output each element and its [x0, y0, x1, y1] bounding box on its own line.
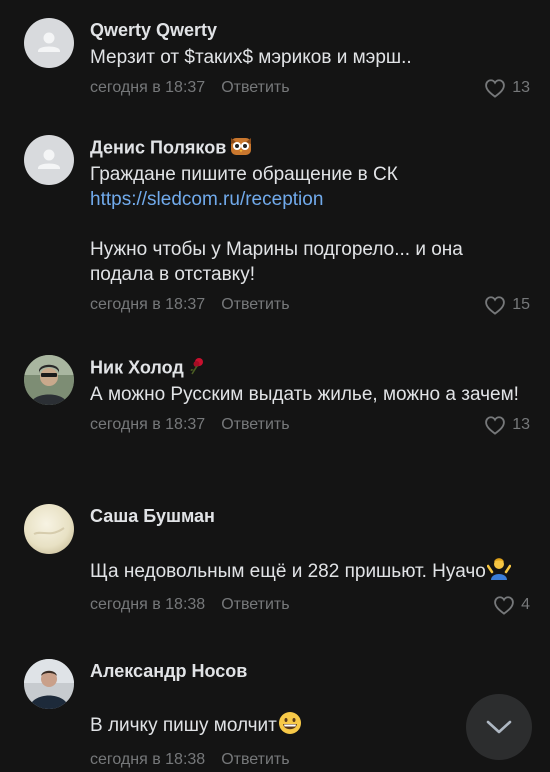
comment-text: А можно Русским выдать жилье, можно а за…: [90, 384, 519, 405]
comment-author[interactable]: Qwerty Qwerty: [90, 19, 530, 41]
like-button[interactable]: 13: [484, 76, 530, 100]
comment-timestamp: сегодня в 18:38: [90, 596, 206, 613]
user-photo: [24, 504, 74, 554]
comment-meta: сегодня в 18:37 Ответить 13: [90, 76, 530, 100]
scroll-down-button[interactable]: [466, 694, 532, 760]
comment-text: Граждане пишите обращение в СК https://sl…: [90, 162, 530, 287]
comment-meta: сегодня в 18:38 Ответить 4: [90, 593, 530, 617]
avatar[interactable]: [24, 135, 74, 185]
comment-meta: сегодня в 18:37 Ответить 13: [90, 413, 530, 437]
comment-text: В личку пишу молчит: [90, 686, 530, 742]
reply-button[interactable]: Ответить: [221, 296, 289, 313]
comment-text-line: Граждане пишите обращение в СК: [90, 164, 398, 185]
comment-text: Мерзит от $таких$ мэриков и мэрш..: [90, 47, 412, 68]
like-count: 13: [512, 79, 530, 96]
comment-timestamp: сегодня в 18:37: [90, 416, 206, 433]
comment-timestamp: сегодня в 18:37: [90, 296, 206, 313]
like-button[interactable]: 15: [484, 293, 530, 317]
comment-timestamp: сегодня в 18:38: [90, 751, 206, 768]
avatar[interactable]: [24, 355, 74, 405]
default-user-icon: [38, 149, 60, 169]
like-count: 4: [521, 596, 530, 613]
default-user-icon: [38, 32, 60, 52]
user-photo: [24, 355, 74, 405]
rose-emoji: [188, 356, 208, 381]
comment-text-line: Нужно чтобы у Марины подгорело... и она …: [90, 239, 463, 285]
heart-outline-icon: [485, 416, 506, 435]
heart-outline-icon: [494, 596, 514, 615]
owl-face-emoji: [230, 136, 252, 161]
like-button[interactable]: 13: [484, 413, 530, 437]
grinning-face-emoji: [278, 686, 302, 742]
user-photo: [24, 659, 74, 709]
comment-author[interactable]: Саша Бушман: [90, 505, 530, 527]
comment-timestamp: сегодня в 18:37: [90, 79, 206, 96]
heart-outline-icon: [485, 296, 506, 315]
author-name: Ник Холод: [90, 357, 184, 378]
reply-button[interactable]: Ответить: [221, 751, 289, 768]
comment-author[interactable]: Александр Носов: [90, 660, 530, 682]
reply-button[interactable]: Ответить: [221, 416, 289, 433]
comment-author[interactable]: Ник Холод: [90, 356, 530, 378]
avatar[interactable]: [24, 659, 74, 709]
comment-text-content: Ща недовольным ещё и 282 пришьют. Нуачо: [90, 561, 486, 582]
comment-text-content: В личку пишу молчит: [90, 715, 277, 736]
chevron-down-icon: [486, 720, 512, 734]
comment-meta: сегодня в 18:37 Ответить 15: [90, 293, 530, 317]
like-count: 15: [512, 296, 530, 313]
person-shrugging-emoji: [486, 531, 512, 587]
comment-author[interactable]: Денис Поляков: [90, 136, 530, 158]
avatar[interactable]: [24, 18, 74, 68]
comment-text: Ща недовольным ещё и 282 пришьют. Нуачо: [90, 531, 530, 587]
reply-button[interactable]: Ответить: [221, 79, 289, 96]
like-count: 13: [512, 416, 530, 433]
heart-outline-icon: [485, 79, 506, 98]
comment-link[interactable]: https://sledcom.ru/reception: [90, 189, 323, 210]
like-button[interactable]: 4: [493, 593, 530, 617]
reply-button[interactable]: Ответить: [221, 596, 289, 613]
avatar[interactable]: [24, 504, 74, 554]
author-name: Денис Поляков: [90, 137, 227, 158]
